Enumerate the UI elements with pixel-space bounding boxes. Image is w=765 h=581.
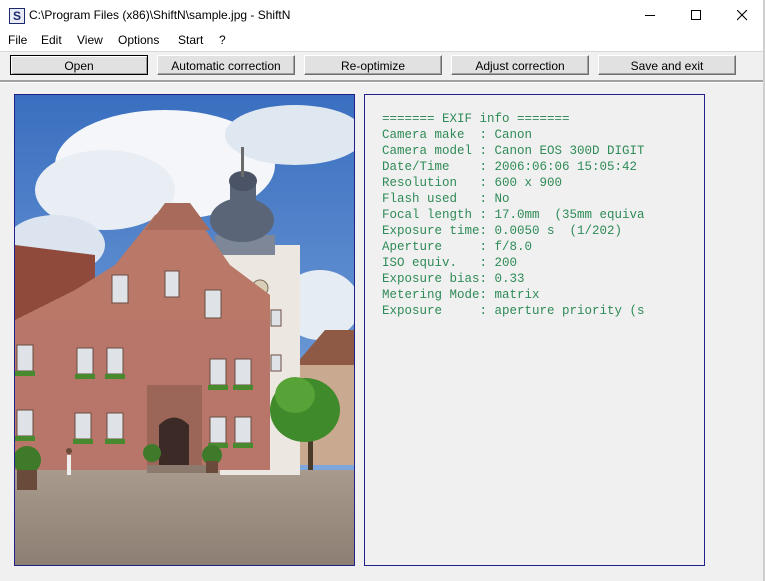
exif-line: Exposure bias: 0.33: [382, 272, 525, 286]
automatic-correction-button[interactable]: Automatic correction: [157, 55, 295, 75]
image-preview[interactable]: [14, 94, 355, 566]
re-optimize-button[interactable]: Re-optimize: [304, 55, 442, 75]
exif-line: Resolution : 600 x 900: [382, 176, 563, 190]
toolbar: Open Automatic correction Re-optimize Ad…: [0, 52, 765, 80]
maximize-icon: [691, 10, 701, 20]
open-button[interactable]: Open: [10, 55, 148, 75]
menu-view[interactable]: View: [77, 33, 103, 47]
exif-line: Focal length : 17.0mm (35mm equiva: [382, 208, 645, 222]
menu-file[interactable]: File: [8, 33, 27, 47]
exif-line: ISO equiv. : 200: [382, 256, 518, 270]
window-title: C:\Program Files (x86)\ShiftN\sample.jpg…: [29, 8, 291, 22]
maximize-button[interactable]: [673, 0, 719, 30]
exif-line: Camera make : Canon: [382, 128, 533, 142]
exif-line: Exposure time: 0.0050 s (1/202): [382, 224, 623, 238]
menu-start[interactable]: Start: [178, 33, 203, 47]
exif-text: ======= EXIF info ======= Camera make : …: [382, 111, 645, 319]
photo-town-hall: [15, 95, 354, 565]
exif-line: Camera model : Canon EOS 300D DIGIT: [382, 144, 645, 158]
exif-header: ======= EXIF info =======: [382, 112, 570, 126]
exif-line: Metering Mode: matrix: [382, 288, 540, 302]
menu-options[interactable]: Options: [118, 33, 159, 47]
exif-line: Flash used : No: [382, 192, 510, 206]
close-button[interactable]: [719, 0, 765, 30]
menu-help[interactable]: ?: [219, 33, 226, 47]
exif-line: Date/Time : 2006:06:06 15:05:42: [382, 160, 638, 174]
app-icon[interactable]: S: [9, 8, 25, 24]
exif-line: Aperture : f/8.0: [382, 240, 533, 254]
minimize-icon: [645, 15, 655, 16]
client-area: ======= EXIF info ======= Camera make : …: [0, 83, 765, 581]
adjust-correction-button[interactable]: Adjust correction: [451, 55, 589, 75]
save-and-exit-button[interactable]: Save and exit: [598, 55, 736, 75]
minimize-button[interactable]: [627, 0, 673, 30]
exif-line: Exposure : aperture priority (s: [382, 304, 645, 318]
menu-edit[interactable]: Edit: [41, 33, 62, 47]
title-bar: S C:\Program Files (x86)\ShiftN\sample.j…: [0, 0, 765, 30]
exif-info-panel: ======= EXIF info ======= Camera make : …: [364, 94, 705, 566]
menu-bar: File Edit View Options Start ?: [0, 30, 765, 50]
close-icon: [737, 10, 748, 21]
